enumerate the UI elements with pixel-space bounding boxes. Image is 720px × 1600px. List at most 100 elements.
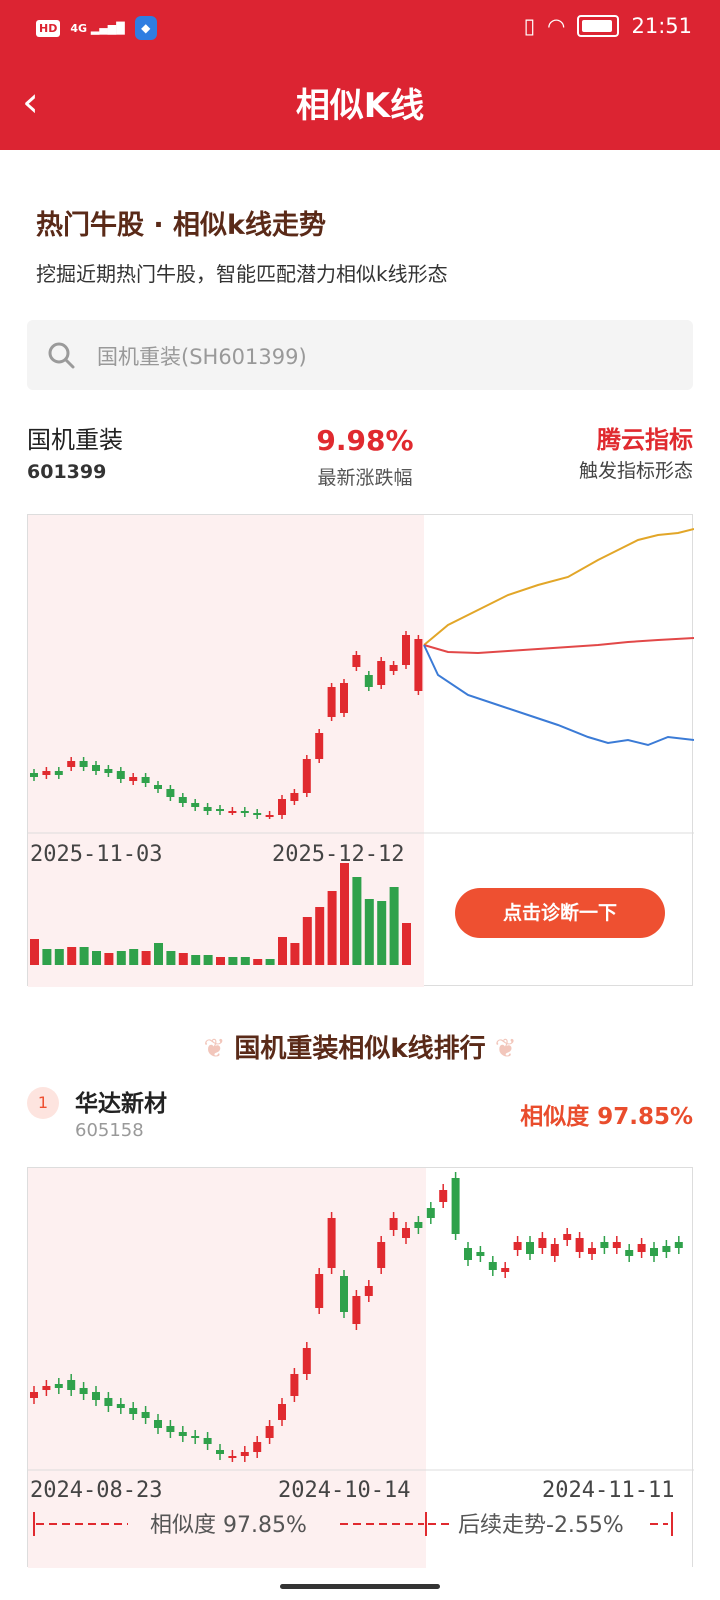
candle-body bbox=[265, 815, 274, 817]
volume-bar bbox=[191, 955, 201, 965]
candle-body bbox=[30, 1392, 38, 1398]
candle-body bbox=[637, 1244, 646, 1252]
candle-body bbox=[389, 665, 398, 671]
date-end: 2025-12-12 bbox=[272, 842, 404, 867]
similar-kline-chart[interactable]: 2024-08-23 2024-10-14 2024-11-11 相似度 97.… bbox=[27, 1167, 694, 1568]
candle-body bbox=[315, 1274, 324, 1308]
candle-body bbox=[54, 1384, 63, 1388]
candle-body bbox=[439, 1190, 448, 1202]
candle-body bbox=[563, 1234, 572, 1240]
candle-body bbox=[501, 1268, 510, 1272]
stock-change-label: 最新涨跌幅 bbox=[317, 467, 413, 489]
candle-body bbox=[526, 1242, 534, 1254]
volume-bar bbox=[352, 877, 362, 965]
section-title: 热门牛股 · 相似k线走势 bbox=[36, 210, 327, 241]
footer-trend: 后续走势-2.55% bbox=[458, 1513, 624, 1538]
prediction-line-high bbox=[423, 528, 695, 646]
volume-bar bbox=[30, 939, 39, 965]
candle-body bbox=[67, 1380, 76, 1390]
similar-stock-name[interactable]: 华达新材 bbox=[75, 1084, 167, 1118]
rank-badge: 1 bbox=[27, 1087, 59, 1119]
volume-bar bbox=[116, 951, 126, 965]
candle-body bbox=[116, 1404, 125, 1408]
candle-body bbox=[464, 1248, 472, 1260]
volume-bar bbox=[340, 863, 349, 965]
stock-change: 9.98% bbox=[316, 424, 414, 457]
candle-body bbox=[513, 1242, 522, 1250]
candle-body bbox=[166, 1426, 175, 1432]
volume-bar bbox=[104, 953, 114, 965]
candle-body bbox=[92, 1392, 100, 1400]
candle-body bbox=[42, 771, 51, 775]
candle-body bbox=[216, 1450, 224, 1454]
candle-body bbox=[191, 803, 200, 807]
volume-bar bbox=[166, 951, 176, 965]
candle-body bbox=[674, 1242, 683, 1248]
date-start: 2024-08-23 bbox=[30, 1478, 162, 1503]
candle-body bbox=[79, 761, 88, 767]
vibrate-icon: ▯ bbox=[523, 14, 536, 38]
volume-bar bbox=[302, 917, 312, 965]
search-icon bbox=[48, 342, 75, 369]
ranking-title-text: 国机重装相似k线排行 bbox=[234, 1034, 486, 1064]
candle-body bbox=[253, 1442, 262, 1452]
candle-body bbox=[340, 1276, 348, 1312]
similar-stock-code: 605158 bbox=[75, 1120, 144, 1141]
section-subtitle: 挖掘近期热门牛股，智能匹配潜力相似k线形态 bbox=[36, 262, 448, 286]
candle-body bbox=[178, 797, 187, 803]
volume-bar bbox=[54, 949, 64, 965]
candle-body bbox=[104, 1398, 113, 1406]
candle-body bbox=[625, 1250, 634, 1256]
candle-body bbox=[290, 1374, 299, 1396]
candle-body bbox=[302, 759, 311, 793]
candle-body bbox=[30, 773, 38, 777]
volume-bar bbox=[42, 949, 52, 965]
candle-body bbox=[327, 687, 336, 717]
candle-body bbox=[203, 1438, 212, 1444]
indicator-name[interactable]: 腾云指标 bbox=[597, 420, 693, 455]
candle-body bbox=[54, 771, 63, 775]
shield-icon: ◆ bbox=[134, 16, 157, 40]
search-input[interactable] bbox=[95, 338, 659, 374]
candle-body bbox=[240, 811, 249, 813]
volume-bar bbox=[364, 899, 374, 965]
volume-bar bbox=[377, 901, 387, 965]
footer-similarity: 相似度 97.85% bbox=[150, 1513, 307, 1538]
candle-body bbox=[377, 661, 386, 685]
similar-kline-svg: 2024-08-23 2024-10-14 2024-11-11 相似度 97.… bbox=[28, 1168, 694, 1568]
status-bar: HD 4G ▂▄▆█ ◆ ▯ ◠ 21:51 bbox=[0, 0, 720, 60]
candle-body bbox=[302, 1348, 311, 1374]
volume-bar bbox=[141, 951, 151, 965]
laurel-right-icon: ❦ bbox=[494, 1034, 517, 1064]
search-box[interactable] bbox=[27, 320, 693, 390]
candle-body bbox=[253, 813, 262, 815]
candle-body bbox=[154, 1420, 162, 1428]
candle-body bbox=[228, 811, 237, 813]
candle-body bbox=[488, 1262, 497, 1270]
candle-body bbox=[240, 1452, 249, 1456]
candle-body bbox=[92, 765, 100, 771]
volume-bar bbox=[315, 907, 325, 965]
volume-bar bbox=[402, 923, 411, 965]
volume-bar bbox=[92, 951, 101, 965]
candle-body bbox=[662, 1246, 671, 1252]
indicator-label: 触发指标形态 bbox=[578, 460, 693, 482]
candle-body bbox=[451, 1178, 460, 1234]
diagnose-button[interactable]: 点击诊断一下 bbox=[455, 888, 665, 938]
volume-bar bbox=[389, 887, 399, 965]
clock: 21:51 bbox=[631, 14, 692, 38]
candle-body bbox=[141, 1412, 150, 1418]
date-end: 2024-11-11 bbox=[542, 1478, 674, 1503]
wifi-icon: ◠ bbox=[547, 14, 566, 38]
volume-bar bbox=[265, 959, 275, 965]
hd-icon: HD bbox=[36, 19, 61, 37]
page-title: 相似K线 bbox=[295, 86, 425, 126]
laurel-left-icon: ❦ bbox=[203, 1034, 226, 1064]
candle-body bbox=[278, 799, 286, 815]
home-indicator[interactable] bbox=[280, 1584, 440, 1589]
candle-body bbox=[191, 1436, 200, 1438]
volume-bar bbox=[253, 959, 263, 965]
candle-body bbox=[42, 1386, 51, 1390]
candle-body bbox=[364, 1286, 373, 1296]
candle-body bbox=[364, 675, 373, 687]
